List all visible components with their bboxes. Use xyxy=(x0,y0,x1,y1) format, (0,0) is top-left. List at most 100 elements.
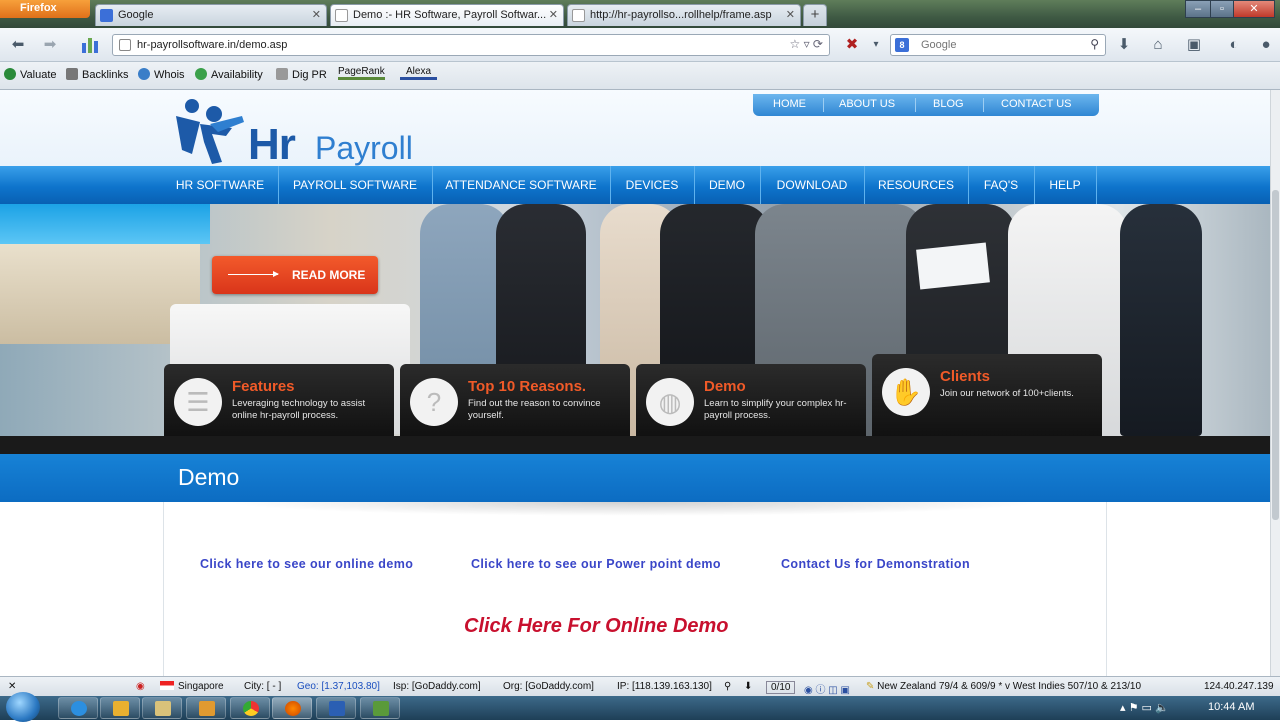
window-icon[interactable]: ▣ xyxy=(1184,35,1204,55)
geo-label[interactable]: Geo: [1.37,103.80] xyxy=(297,681,380,692)
bookmark-whois[interactable]: Whois xyxy=(138,68,185,81)
tab-label: Google xyxy=(118,9,154,21)
divider xyxy=(864,166,865,204)
maximize-button[interactable]: ▫ xyxy=(1210,0,1234,18)
url-input[interactable] xyxy=(137,37,777,53)
addon-icons[interactable]: ◉ ⓘ ◫ ▣ xyxy=(804,681,850,696)
app-icon xyxy=(373,701,389,716)
country-label: Singapore xyxy=(160,681,224,692)
feature-title: Top 10 Reasons. xyxy=(468,378,587,395)
system-tray-icons[interactable]: ▴ ⚑ ▭ 🔈 xyxy=(1120,701,1169,714)
people-logo-icon xyxy=(176,99,244,164)
online-demo-link[interactable]: Click here to see our online demo xyxy=(200,557,413,571)
divider xyxy=(823,98,824,112)
handshake-icon: ✋ xyxy=(882,368,930,416)
site-header: Hr Payroll HOME ABOUT US BLOG CONTACT US xyxy=(0,90,1270,169)
close-icon[interactable]: ✕ xyxy=(549,5,558,25)
feature-card-features[interactable]: ☰ Features Leveraging technology to assi… xyxy=(164,364,394,436)
pagerank-meter[interactable]: PageRank xyxy=(338,66,385,80)
tab-demo[interactable]: Demo :- HR Software, Payroll Softwar... … xyxy=(330,4,564,26)
back-arrow-icon[interactable]: ⬅ xyxy=(8,35,28,55)
close-icon[interactable]: ✕ xyxy=(8,681,16,692)
feature-card-demo[interactable]: ◍ Demo Learn to simplify your complex hr… xyxy=(636,364,866,436)
contact-demonstration-link[interactable]: Contact Us for Demonstration xyxy=(781,557,970,571)
powerpoint-demo-link[interactable]: Click here to see our Power point demo xyxy=(471,557,721,571)
minimize-button[interactable]: – xyxy=(1185,0,1211,18)
navigation-toolbar: ⬅ ➡ ☆ ▿ ⟳ ✖ ▾ 8 ⚲ ⬇ ⌂ ▣ ◐ ● xyxy=(0,28,1280,62)
alexa-meter[interactable]: Alexa xyxy=(400,66,438,80)
close-icon[interactable]: ✕ xyxy=(312,5,321,25)
divider xyxy=(983,98,984,112)
nav-devices[interactable]: DEVICES xyxy=(612,166,692,204)
google-engine-icon[interactable]: 8 xyxy=(895,38,909,52)
banner-bottom-strip xyxy=(0,436,1270,454)
taskbar-firefox[interactable] xyxy=(272,697,312,719)
top-nav-about-us[interactable]: ABOUT US xyxy=(839,98,895,110)
bookmark-backlinks[interactable]: Backlinks xyxy=(66,68,128,81)
tab-frame[interactable]: http://hr-payrollso...rollhelp/frame.asp… xyxy=(567,4,801,26)
windows-taskbar: ▴ ⚑ ▭ 🔈 10:44 AM xyxy=(0,692,1280,722)
page-favicon-icon xyxy=(572,9,585,22)
taskbar-explorer[interactable] xyxy=(142,697,182,719)
taskbar-app[interactable] xyxy=(360,697,400,719)
status-bar: ✕ ◉ Singapore City: [ - ] Geo: [1.37,103… xyxy=(0,676,1280,696)
nav-download[interactable]: DOWNLOAD xyxy=(762,166,862,204)
site-identity-icon[interactable] xyxy=(119,39,131,51)
new-tab-button[interactable]: + xyxy=(803,4,827,26)
feature-desc: Find out the reason to convince yourself… xyxy=(468,398,601,421)
tab-google[interactable]: Google ✕ xyxy=(95,4,327,26)
vertical-scrollbar[interactable] xyxy=(1270,90,1280,676)
circle-icon[interactable]: ● xyxy=(1256,35,1276,55)
nav-faqs[interactable]: FAQ'S xyxy=(970,166,1032,204)
nav-resources[interactable]: RESOURCES xyxy=(866,166,966,204)
home-icon[interactable]: ⌂ xyxy=(1148,35,1168,55)
address-bar[interactable]: ☆ ▿ ⟳ xyxy=(112,34,830,56)
bookmark-availability[interactable]: Availability xyxy=(195,68,263,81)
online-demo-big-link[interactable]: Click Here For Online Demo xyxy=(464,615,729,638)
hr-payroll-logo[interactable]: Hr Payroll xyxy=(170,94,420,169)
hero-paper-image xyxy=(916,242,990,290)
taskbar-ie[interactable] xyxy=(58,697,98,719)
scrollbar-thumb[interactable] xyxy=(1272,190,1279,520)
addon-globe-icon[interactable]: ◐ xyxy=(1224,35,1244,55)
nav-hr-software[interactable]: HR SOFTWARE xyxy=(164,166,276,204)
question-icon: ? xyxy=(410,378,458,426)
taskbar-word[interactable] xyxy=(316,697,356,719)
bookmark-valuate[interactable]: Valuate xyxy=(4,68,57,81)
ip-right-label: 124.40.247.139 xyxy=(1204,681,1274,692)
city-label: City: [ - ] xyxy=(244,681,282,692)
search-icon[interactable]: ⚲ xyxy=(724,681,731,692)
search-bar[interactable]: 8 ⚲ xyxy=(890,34,1106,56)
nav-help[interactable]: HELP xyxy=(1036,166,1094,204)
nav-payroll-software[interactable]: PAYROLL SOFTWARE xyxy=(280,166,430,204)
download-icon[interactable]: ⬇ xyxy=(1114,35,1134,55)
top-nav-blog[interactable]: BLOG xyxy=(933,98,964,110)
page-favicon-icon xyxy=(335,9,348,22)
nav-attendance-software[interactable]: ATTENDANCE SOFTWARE xyxy=(434,166,608,204)
feature-card-clients[interactable]: ✋ Clients Join our network of 100+client… xyxy=(872,354,1102,436)
read-more-button[interactable]: READ MORE xyxy=(212,256,378,294)
taskbar-app[interactable] xyxy=(100,697,140,719)
web-page: Hr Payroll HOME ABOUT US BLOG CONTACT US… xyxy=(0,90,1270,676)
start-button[interactable] xyxy=(6,692,40,722)
close-icon[interactable]: ✕ xyxy=(786,5,795,25)
bookmark-dig-pr[interactable]: Dig PR xyxy=(276,68,327,81)
feature-card-top-10-reasons[interactable]: ? Top 10 Reasons. Find out the reason to… xyxy=(400,364,630,436)
window-close-button[interactable]: ✕ xyxy=(1233,0,1275,18)
bookmark-star-icon[interactable]: ☆ ▿ ⟳ xyxy=(789,37,823,51)
flagfox-icon[interactable]: ◉ xyxy=(136,681,145,692)
top-nav-contact-us[interactable]: CONTACT US xyxy=(1001,98,1072,110)
firefox-menu-button[interactable]: Firefox xyxy=(0,0,90,18)
search-icon[interactable]: ⚲ xyxy=(1090,37,1099,51)
nav-demo[interactable]: DEMO xyxy=(696,166,758,204)
download-icon[interactable]: ⬇ xyxy=(744,681,752,692)
top-nav-home[interactable]: HOME xyxy=(773,98,806,110)
chevron-down-icon[interactable]: ▾ xyxy=(866,35,886,55)
forward-arrow-icon[interactable]: ➡ xyxy=(40,35,60,55)
taskbar-chrome[interactable] xyxy=(230,697,270,719)
addon-icon[interactable]: ✖ xyxy=(842,35,862,55)
taskbar-app[interactable] xyxy=(186,697,226,719)
stats-bars-icon[interactable] xyxy=(80,35,100,55)
hero-person-image xyxy=(1120,204,1202,436)
search-input[interactable] xyxy=(921,37,1071,53)
